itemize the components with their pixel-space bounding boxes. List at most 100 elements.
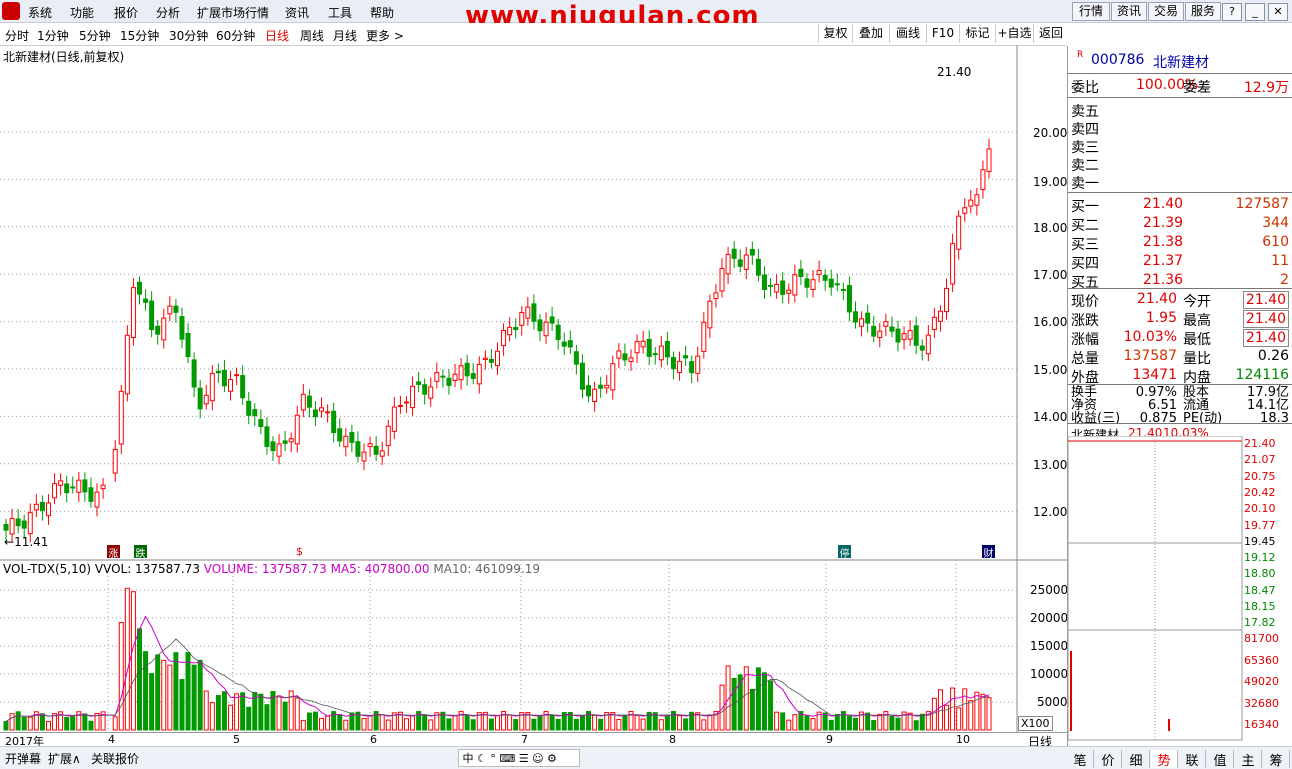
danmaku-toggle[interactable]: 开弹幕	[5, 750, 41, 767]
volume-bar	[919, 713, 925, 731]
quote-value: 1.95	[1145, 310, 1177, 326]
period-monthly[interactable]: 月线	[333, 27, 357, 44]
buy-level-volume: 2	[1280, 272, 1289, 288]
minimize-icon[interactable]: _	[1245, 3, 1265, 21]
price-tick: 14.00	[1033, 410, 1068, 424]
trade-button[interactable]: 交易	[1148, 2, 1184, 21]
period-5min[interactable]: 5分钟	[79, 27, 111, 44]
kline-chart[interactable]	[0, 45, 1067, 745]
app-logo-icon	[2, 2, 20, 20]
sell-level-row[interactable]: 卖三	[1071, 137, 1291, 156]
tab-lian[interactable]: 联	[1179, 750, 1206, 769]
mini-price-tick: 20.10	[1244, 502, 1276, 516]
buy-level-row[interactable]: 买三 21.38 610	[1071, 234, 1291, 253]
candle-up	[234, 367, 240, 385]
help-icon[interactable]: ?	[1222, 3, 1242, 21]
period-15min[interactable]: 15分钟	[120, 27, 159, 44]
candle-up	[944, 278, 950, 320]
volume-bar	[640, 718, 646, 731]
candle-down	[179, 307, 185, 349]
info-button[interactable]: 资讯	[1111, 2, 1147, 21]
candle-up	[367, 436, 373, 457]
service-button[interactable]: 服务	[1185, 2, 1221, 21]
menu-tools[interactable]: 工具	[328, 4, 352, 21]
event-marker-finance[interactable]: 财	[982, 545, 995, 560]
buy-level-row[interactable]: 买四 21.37 11	[1071, 253, 1291, 272]
mini-price-tick: 21.40	[1244, 437, 1276, 450]
overlay-button[interactable]: 叠加	[852, 24, 889, 43]
adjust-button[interactable]: 复权	[818, 24, 852, 43]
event-marker-dollar[interactable]: $	[296, 545, 303, 558]
menu-system[interactable]: 系统	[28, 4, 52, 21]
buy-level-label: 买五	[1071, 275, 1099, 291]
tab-bi[interactable]: 笔	[1067, 750, 1094, 769]
menu-info[interactable]: 资讯	[285, 4, 309, 21]
volume-bar	[276, 695, 282, 731]
candle-up	[950, 233, 956, 292]
mini-price-tick: 20.42	[1244, 485, 1276, 499]
period-1min[interactable]: 1分钟	[37, 27, 69, 44]
volume-bar	[294, 697, 300, 731]
mark-button[interactable]: 标记	[959, 24, 995, 43]
high-price-label: 21.40	[937, 65, 972, 79]
add-watchlist-button[interactable]: +自选	[995, 24, 1033, 43]
volume-bar	[786, 719, 792, 731]
period-60min[interactable]: 60分钟	[216, 27, 255, 44]
event-marker-down[interactable]: 跌	[134, 545, 147, 560]
tab-zhu[interactable]: 主	[1235, 750, 1262, 769]
vol-indicator-name: VOL-TDX(5,10)	[3, 562, 92, 576]
menu-quote[interactable]: 报价	[114, 4, 138, 21]
event-marker-up[interactable]: 涨	[107, 545, 120, 560]
ma10-value: MA10: 461099.19	[433, 562, 540, 576]
volume-bar	[191, 664, 197, 731]
sell-level-row[interactable]: 卖四	[1071, 119, 1291, 138]
volume-bar	[810, 717, 816, 731]
f10-button[interactable]: F10	[926, 24, 959, 43]
candle-up	[658, 335, 664, 368]
volume-bar	[755, 667, 761, 731]
volume-bar	[513, 719, 519, 731]
volume-bar	[27, 716, 33, 731]
close-icon[interactable]: ✕	[1268, 3, 1288, 21]
sell-level-row[interactable]: 卖五	[1071, 101, 1291, 120]
event-marker-halt[interactable]: 停	[838, 545, 851, 560]
input-method-bar[interactable]: 中 ☾ ° ⌨ ☰ ☺ ⚙	[458, 749, 580, 767]
volume-bar	[470, 719, 476, 731]
period-timeshare[interactable]: 分时	[5, 27, 29, 44]
extend-toggle[interactable]: 扩展∧	[48, 750, 81, 767]
period-weekly[interactable]: 周线	[300, 27, 324, 44]
volume-bar	[258, 693, 264, 731]
volume-bar	[834, 714, 840, 731]
tab-jia[interactable]: 价	[1095, 750, 1122, 769]
period-30min[interactable]: 30分钟	[169, 27, 208, 44]
quote-row: 涨幅 10.03% 最低 21.40	[1071, 329, 1291, 348]
candle-down	[88, 477, 94, 508]
volume-bar	[804, 715, 810, 731]
back-button[interactable]: 返回	[1033, 24, 1068, 43]
volume-bar	[573, 718, 579, 731]
volume-bar	[155, 654, 161, 731]
volume-bar	[112, 716, 118, 731]
draw-button[interactable]: 画线	[889, 24, 926, 43]
menu-analysis[interactable]: 分析	[156, 4, 180, 21]
buy-level-row[interactable]: 买一 21.40 127587	[1071, 196, 1291, 215]
candle-up	[452, 363, 458, 388]
menu-help[interactable]: 帮助	[370, 4, 394, 21]
period-more[interactable]: 更多 >	[366, 27, 404, 44]
market-button[interactable]: 行情	[1072, 2, 1110, 21]
menu-function[interactable]: 功能	[70, 4, 94, 21]
volume-bar	[658, 719, 664, 731]
volume-bar	[264, 704, 270, 731]
menu-extended-market[interactable]: 扩展市场行情	[197, 4, 269, 21]
period-daily[interactable]: 日线	[265, 27, 289, 44]
tab-zhi[interactable]: 值	[1207, 750, 1234, 769]
sell-level-row[interactable]: 卖一	[1071, 173, 1291, 192]
tab-chou[interactable]: 筹	[1263, 750, 1290, 769]
buy-level-row[interactable]: 买二 21.39 344	[1071, 215, 1291, 234]
volume-bar	[792, 714, 798, 731]
tab-xi[interactable]: 细	[1123, 750, 1150, 769]
sell-level-row[interactable]: 卖二	[1071, 155, 1291, 174]
related-quote-button[interactable]: 关联报价	[91, 750, 139, 767]
tab-shi[interactable]: 势	[1151, 750, 1178, 769]
candle-up	[209, 365, 215, 411]
